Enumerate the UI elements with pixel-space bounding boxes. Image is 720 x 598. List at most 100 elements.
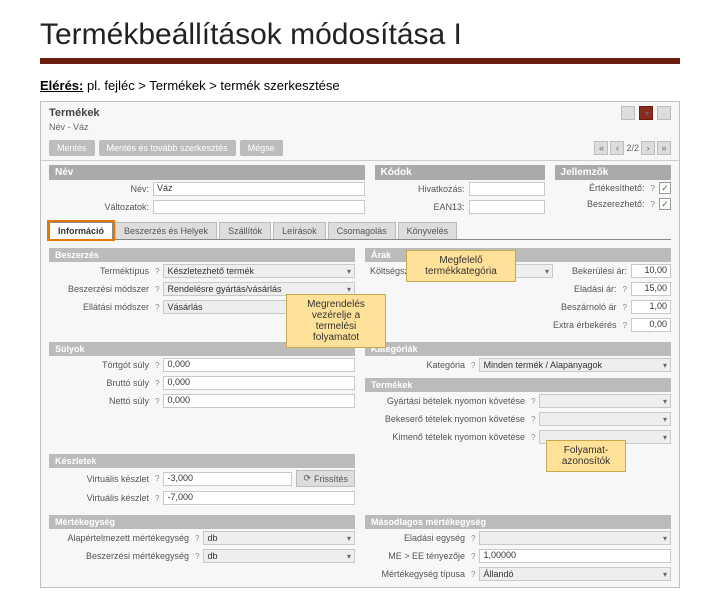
input-cost[interactable]: 10,00 bbox=[631, 264, 671, 278]
view-other-icon[interactable] bbox=[657, 106, 671, 120]
section-attrs: Jellemzők bbox=[555, 165, 671, 180]
page-next-icon[interactable]: › bbox=[641, 141, 655, 155]
callout-category: Megfelelő termékkategória bbox=[406, 250, 516, 282]
input-variants[interactable] bbox=[153, 200, 365, 214]
check-saleable[interactable]: ✓ bbox=[659, 182, 671, 194]
label-me-type: Mértékegység típusa bbox=[365, 569, 465, 579]
slide-title: Termékbeállítások módosítása I bbox=[40, 18, 680, 52]
input-weight3[interactable]: 0,000 bbox=[163, 394, 355, 408]
help-icon[interactable]: ? bbox=[155, 494, 159, 503]
label-bandprice: Beszárnoló ár bbox=[547, 302, 617, 312]
tab-procure[interactable]: Beszerzés és Helyek bbox=[115, 222, 217, 239]
page-last-icon[interactable]: » bbox=[657, 141, 671, 155]
tab-acct[interactable]: Könyvelés bbox=[398, 222, 458, 239]
label-procmethod: Beszerzési módszer bbox=[49, 284, 149, 294]
page-prev-icon[interactable]: ‹ bbox=[610, 141, 624, 155]
section-uom2: Másodlagos mértékegység bbox=[365, 515, 671, 529]
help-icon[interactable]: ? bbox=[651, 200, 655, 209]
refresh-button[interactable]: ⟳Frissítés bbox=[296, 470, 355, 487]
select-default-uom[interactable]: db bbox=[203, 531, 355, 545]
input-ean[interactable] bbox=[469, 200, 545, 214]
section-stock: Készletek bbox=[49, 454, 355, 468]
section-name: Név bbox=[49, 165, 365, 180]
select-sale-unit[interactable] bbox=[479, 531, 671, 545]
save-continue-button[interactable]: Mentés és tovább szerkesztés bbox=[99, 140, 236, 156]
title-underline bbox=[40, 58, 680, 64]
input-name[interactable]: Váz bbox=[153, 182, 365, 196]
input-extra[interactable]: 0,00 bbox=[631, 318, 671, 332]
help-icon[interactable]: ? bbox=[155, 267, 159, 276]
view-list-icon[interactable] bbox=[621, 106, 635, 120]
label-prodtype: Terméktípus bbox=[49, 266, 149, 276]
help-icon[interactable]: ? bbox=[155, 285, 159, 294]
callout-ids: Folyamat-azonosítók bbox=[546, 440, 626, 472]
help-icon[interactable]: ? bbox=[195, 552, 199, 561]
help-icon[interactable]: ? bbox=[623, 303, 627, 312]
tab-desc[interactable]: Leírások bbox=[273, 222, 326, 239]
tab-bar: Információ Beszerzés és Helyek Szállítók… bbox=[49, 222, 671, 240]
cancel-button[interactable]: Mégse bbox=[240, 140, 283, 156]
label-proc-uom: Beszerzési mértékegység bbox=[49, 551, 189, 561]
help-icon[interactable]: ? bbox=[531, 433, 535, 442]
label-saleprice: Eladási ár: bbox=[547, 284, 617, 294]
save-button[interactable]: Mentés bbox=[49, 140, 95, 156]
label-track-out: Kimenő tételek nyomon követése bbox=[365, 432, 525, 442]
label-track-prod: Gyártási bételek nyomon követése bbox=[365, 396, 525, 406]
label-supplymethod: Ellátási módszer bbox=[49, 302, 149, 312]
input-ref[interactable] bbox=[469, 182, 545, 196]
label-category: Kategória bbox=[365, 360, 465, 370]
select-track-in[interactable] bbox=[539, 412, 671, 426]
input-weight1[interactable]: 0,000 bbox=[163, 358, 355, 372]
path-line: Elérés: pl. fejléc > Termékek > termék s… bbox=[40, 78, 680, 93]
tab-pack[interactable]: Csomagolás bbox=[328, 222, 396, 239]
help-icon[interactable]: ? bbox=[531, 415, 535, 424]
breadcrumb: Név - Váz bbox=[41, 122, 679, 136]
check-purchasable[interactable]: ✓ bbox=[659, 198, 671, 210]
label-me-factor: ME > EE tényezője bbox=[365, 551, 465, 561]
select-category[interactable]: Minden termék / Alapanyagok bbox=[479, 358, 671, 372]
help-icon[interactable]: ? bbox=[651, 184, 655, 193]
help-icon[interactable]: ? bbox=[471, 534, 475, 543]
input-vstock1[interactable]: -3,000 bbox=[163, 472, 292, 486]
section-procure: Beszerzés bbox=[49, 248, 355, 262]
tab-info[interactable]: Információ bbox=[49, 222, 113, 239]
select-prodtype[interactable]: Készletezhető termék bbox=[163, 264, 355, 278]
select-track-prod[interactable] bbox=[539, 394, 671, 408]
help-icon[interactable]: ? bbox=[155, 361, 159, 370]
input-vstock2[interactable]: -7,000 bbox=[163, 491, 355, 505]
help-icon[interactable]: ? bbox=[471, 361, 475, 370]
input-weight2[interactable]: 0,000 bbox=[163, 376, 355, 390]
label-vstock1: Virtuális készlet bbox=[49, 474, 149, 484]
input-me-factor[interactable]: 1,00000 bbox=[479, 549, 671, 563]
page-indicator: 2/2 bbox=[626, 143, 639, 153]
label-weight1: Törtgót súly bbox=[49, 360, 149, 370]
section-uom: Mértékegység bbox=[49, 515, 355, 529]
section-categories: Kategóriák bbox=[365, 342, 671, 356]
label-ean: EAN13: bbox=[375, 202, 465, 212]
page-first-icon[interactable]: « bbox=[594, 141, 608, 155]
section-codes: Kódok bbox=[375, 165, 545, 180]
label-purchasable: Beszerezhető: bbox=[555, 199, 645, 209]
input-saleprice[interactable]: 15,00 bbox=[631, 282, 671, 296]
label-default-uom: Alapértelmezett mértékegység bbox=[49, 533, 189, 543]
tab-supply[interactable]: Szállítók bbox=[219, 222, 271, 239]
label-weight2: Bruttó súly bbox=[49, 378, 149, 388]
help-icon[interactable]: ? bbox=[155, 397, 159, 406]
help-icon[interactable]: ? bbox=[531, 397, 535, 406]
help-icon[interactable]: ? bbox=[623, 285, 627, 294]
label-vstock2: Virtuális készlet bbox=[49, 493, 149, 503]
label-sale-unit: Eladási egység bbox=[365, 533, 465, 543]
view-grid-icon[interactable] bbox=[639, 106, 653, 120]
input-bandprice[interactable]: 1,00 bbox=[631, 300, 671, 314]
help-icon[interactable]: ? bbox=[155, 474, 159, 483]
path-value: pl. fejléc > Termékek > termék szerkeszt… bbox=[87, 78, 340, 93]
help-icon[interactable]: ? bbox=[155, 379, 159, 388]
help-icon[interactable]: ? bbox=[195, 534, 199, 543]
help-icon[interactable]: ? bbox=[471, 570, 475, 579]
label-name: Név: bbox=[49, 184, 149, 194]
help-icon[interactable]: ? bbox=[471, 552, 475, 561]
select-proc-uom[interactable]: db bbox=[203, 549, 355, 563]
select-me-type[interactable]: Állandó bbox=[479, 567, 671, 581]
help-icon[interactable]: ? bbox=[155, 303, 159, 312]
help-icon[interactable]: ? bbox=[623, 321, 627, 330]
